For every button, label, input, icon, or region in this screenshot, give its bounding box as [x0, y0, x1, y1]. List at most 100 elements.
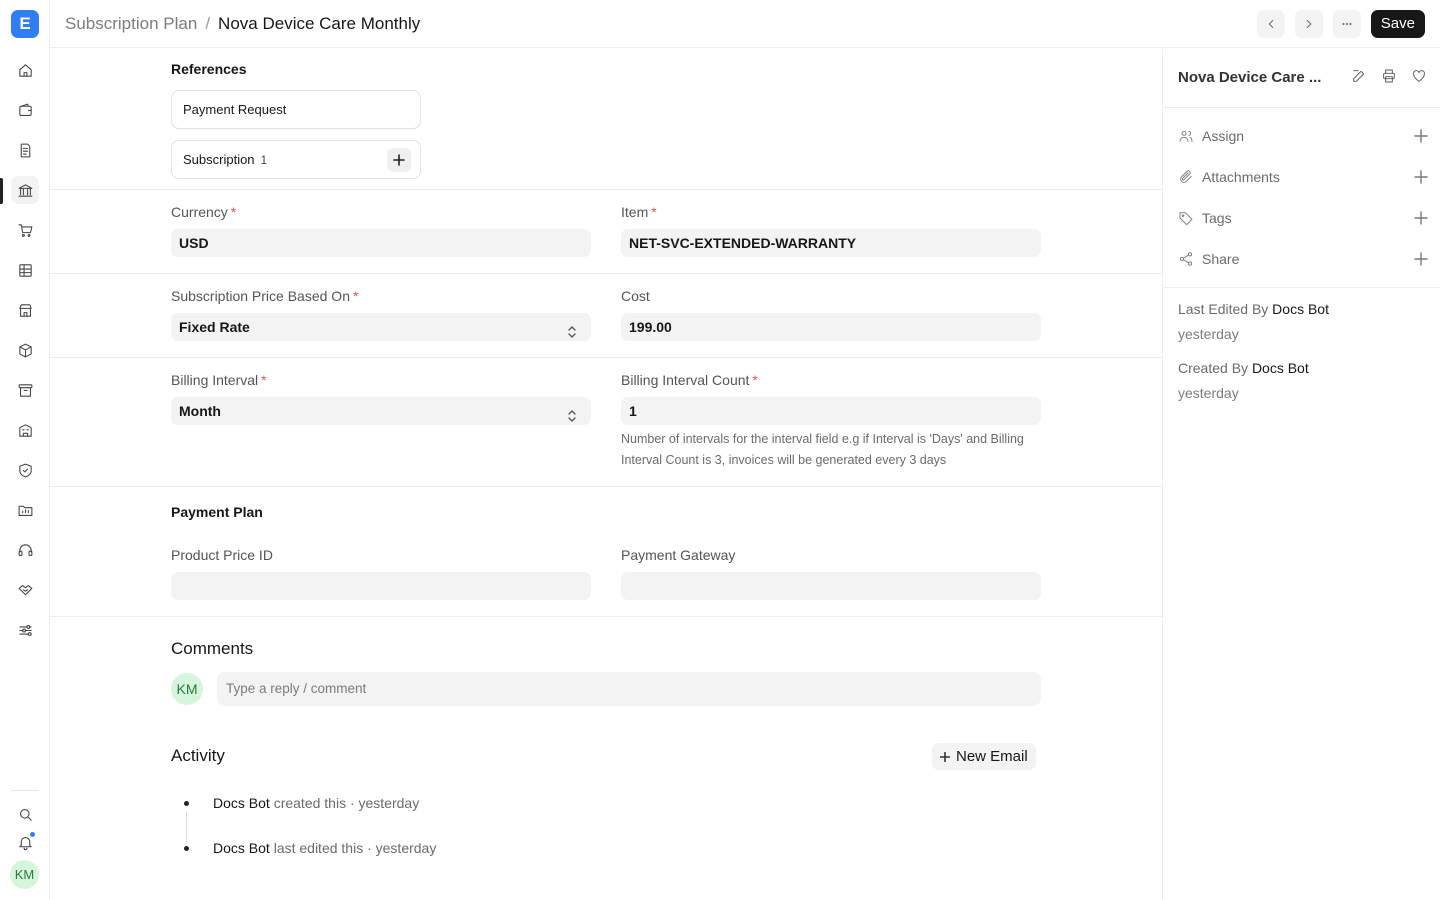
- user-avatar[interactable]: KM: [10, 860, 39, 889]
- rail-divider: [11, 790, 39, 791]
- sidebar-item-share[interactable]: Share: [1178, 247, 1428, 271]
- store-icon[interactable]: [11, 296, 39, 324]
- building-icon[interactable]: [11, 416, 39, 444]
- breadcrumb-separator: /: [205, 13, 211, 33]
- table-icon[interactable]: [11, 256, 39, 284]
- plus-icon: [393, 154, 405, 166]
- notification-dot: [29, 831, 36, 838]
- plus-icon[interactable]: [1414, 129, 1428, 143]
- archive-icon[interactable]: [11, 376, 39, 404]
- last-edited-by: Last Edited By Docs Bot: [1178, 301, 1329, 317]
- handshake-icon[interactable]: [11, 576, 39, 604]
- cost-field[interactable]: 199.00: [621, 313, 1041, 341]
- chevron-right-icon: [1306, 20, 1312, 28]
- home-icon[interactable]: [11, 56, 39, 84]
- folder-icon[interactable]: [11, 496, 39, 524]
- comments-title: Comments: [171, 639, 254, 658]
- sidebar-item-tags[interactable]: Tags: [1178, 206, 1428, 230]
- reference-label: Subscription: [183, 152, 255, 167]
- share-icon: [1178, 251, 1194, 267]
- select-arrows-icon: [567, 404, 577, 422]
- comment-input[interactable]: Type a reply / comment: [217, 672, 1041, 706]
- activity-item: Docs Bot last edited this · yesterday: [213, 840, 437, 856]
- sidebar-divider: [1163, 107, 1440, 108]
- activity-title: Activity: [171, 746, 225, 765]
- new-email-label: New Email: [956, 748, 1028, 765]
- add-subscription-button[interactable]: [387, 148, 411, 172]
- settings-sliders-icon[interactable]: [11, 616, 39, 644]
- reference-subscription[interactable]: Subscription 1: [171, 140, 421, 179]
- created-when: yesterday: [1178, 385, 1239, 401]
- product-price-id-field[interactable]: [171, 572, 591, 600]
- sidebar-item-assign[interactable]: Assign: [1178, 124, 1428, 148]
- item-label: Item *: [621, 204, 657, 220]
- breadcrumb-parent[interactable]: Subscription Plan: [65, 14, 197, 34]
- section-divider: [50, 273, 1162, 274]
- payment-gateway-field[interactable]: [621, 572, 1041, 600]
- breadcrumb: Subscription Plan / Nova Device Care Mon…: [65, 14, 420, 34]
- headset-icon[interactable]: [11, 536, 39, 564]
- sidebar-item-attachments[interactable]: Attachments: [1178, 165, 1428, 189]
- currency-label: Currency *: [171, 204, 237, 220]
- product-price-id-label: Product Price ID: [171, 547, 273, 563]
- print-icon[interactable]: [1380, 67, 1398, 85]
- price-based-on-value: Fixed Rate: [179, 319, 250, 335]
- page-header: Subscription Plan / Nova Device Care Mon…: [50, 0, 1440, 48]
- timeline-line: [186, 812, 187, 842]
- billing-interval-value: Month: [179, 403, 221, 419]
- sidebar-divider: [1163, 287, 1440, 288]
- wallet-icon[interactable]: [11, 96, 39, 124]
- breadcrumb-current: Nova Device Care Monthly: [218, 13, 421, 33]
- created-by: Created By Docs Bot: [1178, 360, 1309, 376]
- save-button[interactable]: Save: [1370, 10, 1425, 38]
- billing-interval-select[interactable]: Month: [171, 397, 591, 425]
- billing-interval-count-field[interactable]: 1: [621, 397, 1041, 425]
- select-arrows-icon: [567, 320, 577, 338]
- last-edited-when: yesterday: [1178, 326, 1239, 342]
- billing-interval-label: Billing Interval *: [171, 372, 267, 388]
- document-icon[interactable]: [11, 136, 39, 164]
- plus-icon[interactable]: [1414, 252, 1428, 266]
- reference-count: 1: [260, 153, 268, 167]
- plus-icon[interactable]: [1414, 211, 1428, 225]
- cart-icon[interactable]: [11, 216, 39, 244]
- next-button[interactable]: [1294, 10, 1323, 38]
- more-options-button[interactable]: [1332, 10, 1361, 38]
- form-sidebar: Nova Device Care ... Assign Attachments …: [1162, 49, 1440, 900]
- new-email-button[interactable]: New Email: [932, 743, 1036, 770]
- previous-button[interactable]: [1256, 10, 1285, 38]
- reference-label: Payment Request: [183, 102, 287, 117]
- active-indicator: [0, 178, 3, 204]
- paperclip-icon: [1178, 169, 1194, 185]
- item-field[interactable]: NET-SVC-EXTENDED-WARRANTY: [621, 229, 1041, 257]
- activity-item: Docs Bot created this · yesterday: [213, 795, 420, 811]
- comment-avatar: KM: [171, 673, 203, 705]
- bank-icon[interactable]: [11, 176, 39, 204]
- currency-field[interactable]: USD: [171, 229, 591, 257]
- sidebar-actions: [1350, 67, 1428, 85]
- plus-icon[interactable]: [1414, 170, 1428, 184]
- tag-icon: [1178, 210, 1194, 226]
- section-divider: [50, 486, 1162, 487]
- reference-payment-request[interactable]: Payment Request: [171, 90, 421, 129]
- app-logo[interactable]: E: [11, 10, 39, 38]
- section-divider: [50, 189, 1162, 190]
- cost-label: Cost: [621, 288, 650, 304]
- heart-icon[interactable]: [1410, 67, 1428, 85]
- references-title: References: [171, 61, 247, 77]
- users-icon: [1178, 128, 1194, 144]
- search-icon[interactable]: [11, 800, 39, 828]
- section-divider: [50, 616, 1162, 617]
- more-horizontal-icon: [1342, 22, 1352, 26]
- notification-bell-icon[interactable]: [11, 828, 39, 856]
- timeline-dot: [184, 801, 189, 806]
- shield-icon[interactable]: [11, 456, 39, 484]
- edit-icon[interactable]: [1350, 67, 1368, 85]
- chevron-left-icon: [1268, 20, 1274, 28]
- price-based-on-label: Subscription Price Based On *: [171, 288, 359, 304]
- plus-icon: [940, 751, 950, 762]
- price-based-on-select[interactable]: Fixed Rate: [171, 313, 591, 341]
- package-icon[interactable]: [11, 336, 39, 364]
- timeline-dot: [184, 846, 189, 851]
- section-divider: [50, 357, 1162, 358]
